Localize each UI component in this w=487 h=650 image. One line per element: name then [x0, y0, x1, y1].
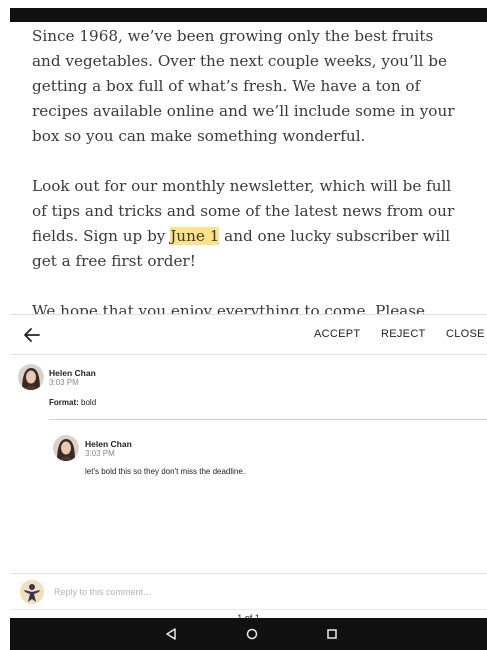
paragraph-3: We hope that you enjoy everything to com…: [32, 302, 426, 314]
document-body[interactable]: Since 1968, we’ve been growing only the …: [10, 22, 487, 314]
comment-toolbar: ACCEPT REJECT CLOSE: [10, 315, 487, 355]
accept-button[interactable]: ACCEPT: [314, 328, 360, 340]
format-value: bold: [81, 398, 97, 407]
reply-bar: [10, 573, 487, 609]
reply-text: let's bold this so they don't miss the d…: [85, 467, 246, 476]
close-button[interactable]: CLOSE: [446, 328, 485, 340]
format-info: Format: bold: [49, 398, 96, 407]
reply-time: 3:03 PM: [85, 449, 115, 458]
avatar: [53, 435, 79, 461]
current-user-avatar: [20, 580, 44, 604]
avatar: [18, 364, 44, 390]
circle-home-icon[interactable]: [244, 626, 260, 642]
arrow-left-icon[interactable]: [20, 323, 44, 347]
paragraph-2: Look out for our monthly newsletter, whi…: [10, 174, 487, 274]
comment-panel: ACCEPT REJECT CLOSE Helen Chan 3:03 PM F…: [10, 314, 487, 626]
square-recents-icon[interactable]: [324, 626, 340, 642]
format-label: Format:: [49, 398, 79, 407]
highlighted-text[interactable]: June 1: [170, 227, 220, 245]
reply-author: Helen Chan: [85, 439, 132, 449]
comment-time: 3:03 PM: [49, 378, 79, 387]
app-window: Since 1968, we’ve been growing only the …: [10, 8, 487, 650]
comment-author: Helen Chan: [49, 368, 96, 378]
reply-input[interactable]: [54, 584, 434, 600]
divider: [49, 419, 487, 420]
navigation-bar: [10, 618, 487, 650]
reject-button[interactable]: REJECT: [381, 328, 426, 340]
status-bar: [10, 8, 487, 22]
triangle-back-icon[interactable]: [163, 626, 179, 642]
paragraph-1: Since 1968, we’ve been growing only the …: [32, 27, 455, 145]
